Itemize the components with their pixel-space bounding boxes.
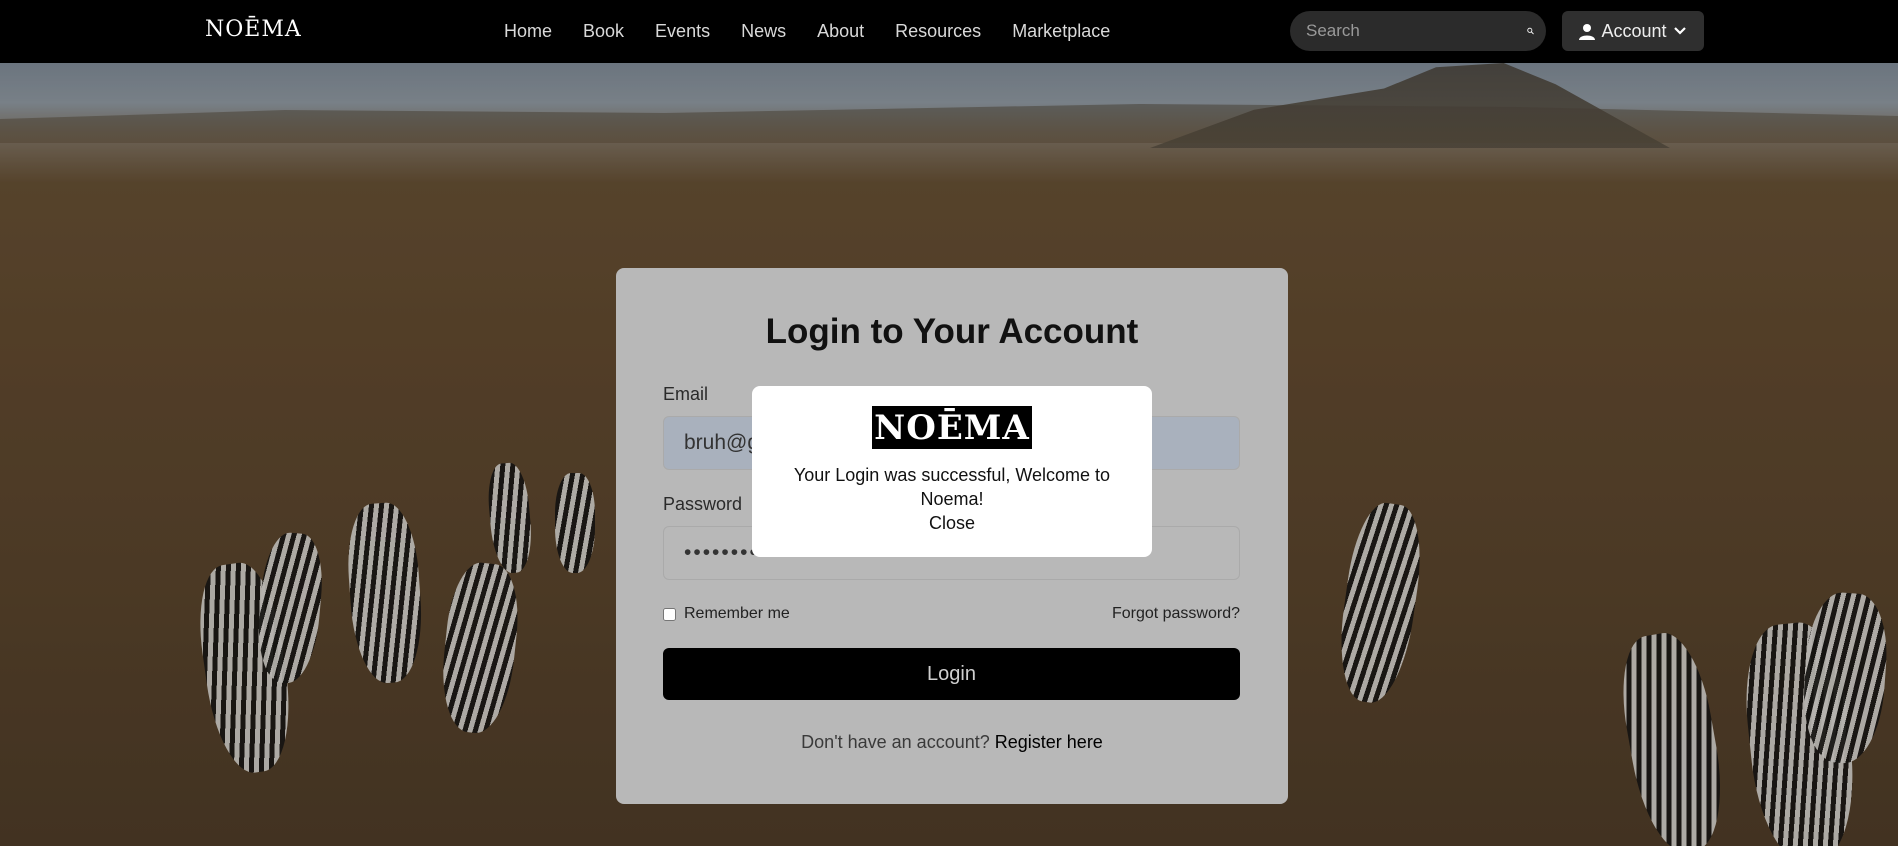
register-link[interactable]: Register here <box>995 732 1103 752</box>
zebra <box>1331 499 1429 707</box>
nav-links: Home Book Events News About Resources Ma… <box>504 0 1141 63</box>
remember-me[interactable]: Remember me <box>663 605 790 623</box>
remember-me-label: Remember me <box>684 605 790 622</box>
search-icon[interactable] <box>1527 22 1534 40</box>
nav-link-events[interactable]: Events <box>655 21 710 42</box>
zebra <box>485 461 535 575</box>
login-button[interactable]: Login <box>663 648 1240 700</box>
forgot-password-link[interactable]: Forgot password? <box>1112 605 1240 623</box>
nav-link-book[interactable]: Book <box>583 21 624 42</box>
zebra <box>343 500 427 686</box>
page-title: Login to Your Account <box>765 312 1139 351</box>
remember-me-checkbox[interactable] <box>663 607 676 621</box>
register-line: Don't have an account? Register here <box>616 732 1288 753</box>
chevron-down-icon <box>1673 27 1686 35</box>
modal-message: Your Login was successful, Welcome to No… <box>793 465 1111 509</box>
user-icon <box>1579 23 1596 40</box>
top-navbar: NOĒMA Home Book Events News About Resour… <box>0 0 1898 63</box>
zebra <box>1611 627 1734 846</box>
modal-close-button[interactable]: Close <box>752 513 1152 534</box>
nav-link-home[interactable]: Home <box>504 21 552 42</box>
account-button[interactable]: Account <box>1562 11 1704 51</box>
search-input[interactable] <box>1290 21 1527 41</box>
search-bar <box>1290 11 1546 51</box>
password-label: Password <box>663 494 743 514</box>
nav-link-marketplace[interactable]: Marketplace <box>1012 21 1110 42</box>
site-logo[interactable]: NOĒMA <box>205 17 302 42</box>
zebra <box>436 559 524 737</box>
email-label: Email <box>663 384 709 404</box>
account-label: Account <box>1601 20 1667 41</box>
nav-link-resources[interactable]: Resources <box>895 21 981 42</box>
zebra <box>253 530 327 686</box>
zebra <box>1799 590 1891 766</box>
nav-link-news[interactable]: News <box>741 21 786 42</box>
login-success-modal: NOĒMA Your Login was successful, Welcome… <box>752 386 1152 557</box>
nav-link-about[interactable]: About <box>817 21 864 42</box>
modal-logo: NOĒMA <box>872 406 1032 449</box>
register-prompt: Don't have an account? <box>801 732 990 752</box>
zebra <box>555 473 595 573</box>
